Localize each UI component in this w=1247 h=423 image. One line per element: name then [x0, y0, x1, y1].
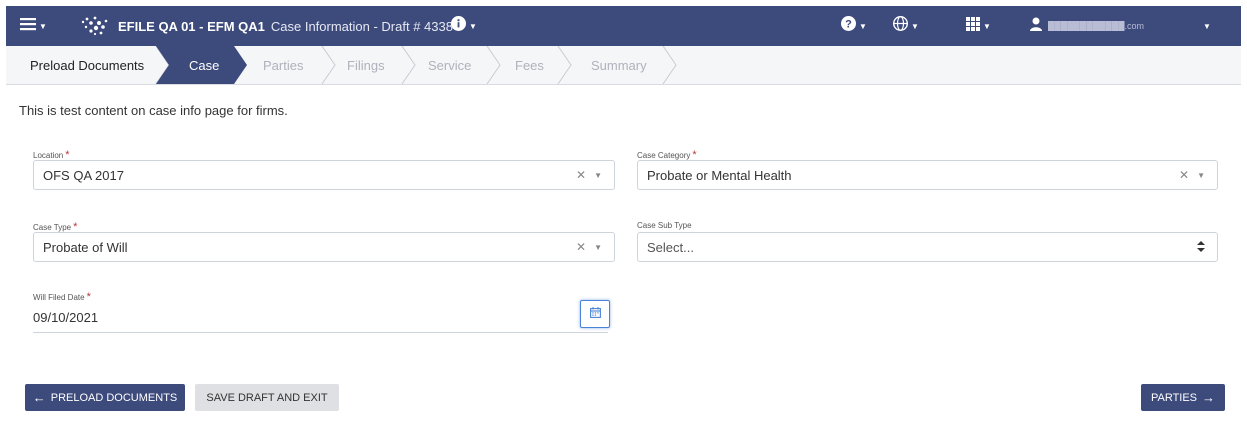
calendar-button[interactable] [580, 300, 610, 328]
help-icon: ? [841, 16, 856, 36]
chevron-down-icon: ▼ [1203, 21, 1211, 31]
location-select[interactable]: OFS QA 2017 ✕ ▼ [33, 160, 615, 190]
sort-arrows-icon[interactable] [1197, 240, 1205, 254]
app-frame: ▼ EFILE QA 01 - EFM QA1 Case Information… [6, 6, 1241, 423]
info-icon [451, 16, 466, 36]
chevron-down-icon[interactable]: ▼ [594, 243, 602, 252]
intro-text: This is test content on case info page f… [19, 103, 288, 118]
main-menu-button[interactable]: ▼ [20, 6, 47, 46]
will-filed-date-value: 09/10/2021 [33, 310, 99, 325]
top-navbar: ▼ EFILE QA 01 - EFM QA1 Case Information… [6, 6, 1241, 46]
step-fees: Fees [515, 57, 544, 73]
user-icon [1030, 17, 1042, 36]
step-summary: Summary [591, 57, 647, 73]
step-filings: Filings [347, 57, 385, 73]
calendar-icon [589, 305, 601, 323]
globe-icon [892, 15, 909, 36]
step-case[interactable]: Case [189, 46, 219, 84]
grid-icon [966, 16, 980, 36]
chevron-down-icon: ▼ [469, 21, 477, 31]
user-email: ████████████.com [1048, 21, 1145, 31]
clear-icon[interactable]: ✕ [576, 240, 586, 254]
progress-stepper: Preload Documents Case Parties Filings S… [6, 46, 1241, 85]
chevron-down-icon[interactable]: ▼ [1197, 171, 1205, 180]
arrow-left-icon: ← [32, 390, 46, 405]
case-type-value: Probate of Will [43, 239, 128, 255]
page-title: Case Information - Draft # 4338 [270, 18, 453, 34]
chevron-down-icon: ▼ [859, 21, 867, 31]
brand-name: EFILE QA 01 - EFM QA1 [118, 18, 265, 34]
svg-text:?: ? [845, 19, 852, 31]
user-menu-button[interactable]: ████████████.com ▼ [1030, 6, 1211, 46]
location-value: OFS QA 2017 [43, 167, 124, 183]
help-menu-button[interactable]: ? ▼ [841, 6, 867, 46]
will-filed-date-input[interactable]: 09/10/2021 [33, 303, 608, 333]
language-menu-button[interactable]: ▼ [892, 6, 919, 46]
step-service: Service [428, 57, 472, 73]
clear-icon[interactable]: ✕ [1179, 168, 1189, 182]
case-sub-type-label: Case Sub Type [637, 221, 692, 230]
case-sub-type-select[interactable]: Select... [637, 232, 1218, 262]
chevron-down-icon[interactable]: ▼ [594, 171, 602, 180]
chevron-down-icon: ▼ [911, 21, 919, 31]
will-filed-date-label: Will Filed Date * [33, 291, 91, 303]
preload-documents-button[interactable]: ← PRELOAD DOCUMENTS [25, 384, 185, 411]
hamburger-icon [20, 17, 36, 36]
required-asterisk: * [86, 291, 91, 303]
arrow-right-icon: → [1202, 390, 1216, 405]
step-preload-documents[interactable]: Preload Documents [30, 46, 144, 84]
save-draft-exit-button[interactable]: SAVE DRAFT AND EXIT [195, 384, 339, 411]
apps-menu-button[interactable]: ▼ [966, 6, 991, 46]
step-parties: Parties [263, 57, 304, 73]
chevron-down-icon: ▼ [39, 21, 47, 31]
case-category-select[interactable]: Probate or Mental Health ✕ ▼ [637, 160, 1218, 190]
case-category-value: Probate or Mental Health [647, 167, 792, 183]
clear-icon[interactable]: ✕ [576, 168, 586, 182]
case-sub-type-placeholder: Select... [647, 239, 694, 255]
chevron-down-icon: ▼ [983, 21, 991, 31]
case-type-select[interactable]: Probate of Will ✕ ▼ [33, 232, 615, 262]
parties-button[interactable]: PARTIES → [1141, 384, 1225, 411]
info-menu-button[interactable]: ▼ [451, 6, 477, 46]
case-info-form: This is test content on case info page f… [6, 85, 1241, 423]
app-logo-icon [79, 6, 111, 46]
